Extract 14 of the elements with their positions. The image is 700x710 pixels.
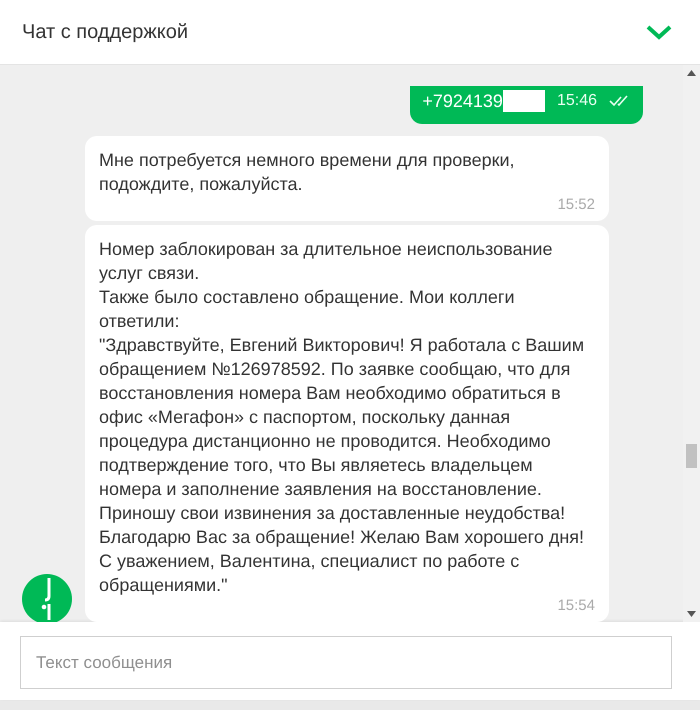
message-input[interactable]: Текст сообщения	[20, 636, 672, 689]
message-text: Также было составлено обращение. Мои коллеги ответили:	[99, 286, 516, 333]
message-text: Мне потребуется немного времени для проверки, подождите, пожалуйста.	[99, 149, 516, 196]
chevron-down-icon[interactable]	[646, 24, 672, 40]
phone-number: +7924139	[422, 90, 503, 112]
message-time: 15:54	[556, 597, 595, 614]
message-text: "Здравствуйте, Евгений Викторович! Я работала с Вашим обращением №126978592. По заявке сообщаю, что для восстановления номера Вам необходимо обратиться в офис «Мегафон» с паспортом, поскольку данная процедура дистанционно не проводится. Необходимо подтверждение того, что Вы являетесь владельцем номера и заполнение заявления на восстановление. Приношу свои извинения за доставленные неудобства! Благодарю Вас за обращение! Желаю Вам хорошего дня! С уважением, Валентина, специалист по работе с обращениями."	[99, 334, 586, 597]
chat-title: Чат с поддержкой	[22, 20, 188, 44]
message-text: Номер заблокирован за длительное неиспользование услуг связи.	[99, 238, 554, 285]
message-time: 15:46	[556, 92, 597, 110]
scroll-down-icon[interactable]	[687, 611, 696, 617]
scroll-up-icon[interactable]	[687, 70, 696, 76]
message-time: 15:52	[556, 196, 595, 213]
scroll-thumb[interactable]	[686, 444, 697, 468]
